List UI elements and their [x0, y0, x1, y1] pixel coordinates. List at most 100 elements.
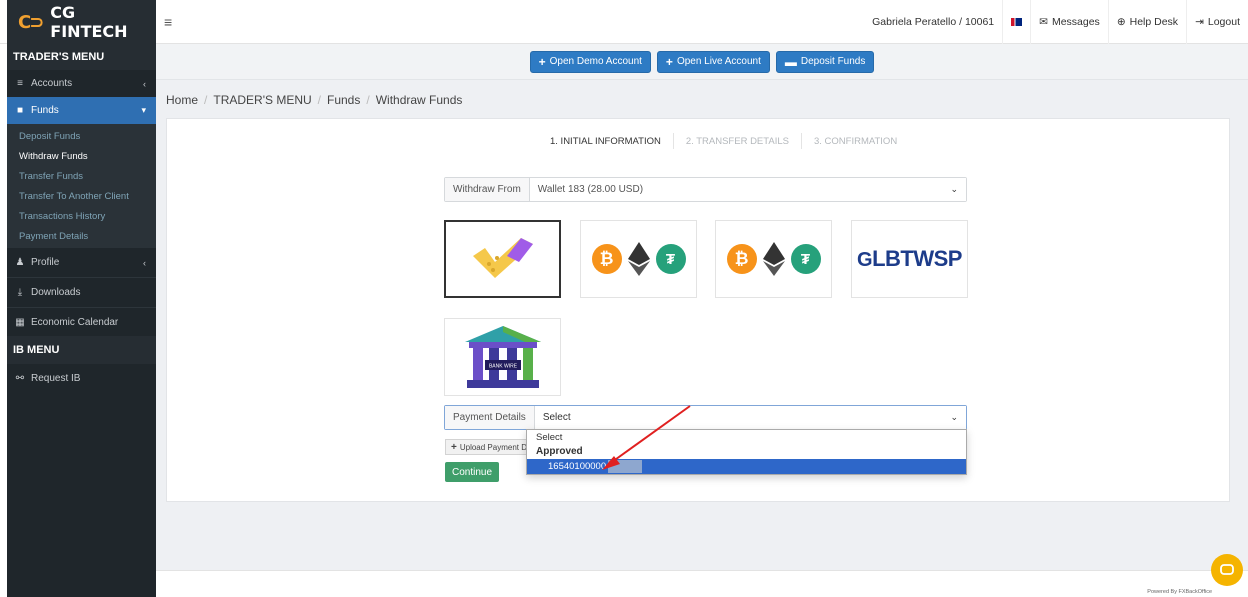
lbtwsp-text: LBTWSP: [872, 246, 962, 271]
logout-link[interactable]: ⇥ Logout: [1186, 0, 1248, 44]
ib-menu-heading: IB MENU: [7, 336, 156, 364]
breadcrumb-home[interactable]: Home: [166, 93, 198, 107]
deposit-funds-button[interactable]: ▬ Deposit Funds: [775, 50, 875, 73]
messages-link[interactable]: ✉ Messages: [1030, 0, 1108, 44]
sidebar-subitem-withdraw-funds[interactable]: Withdraw Funds: [7, 146, 156, 166]
bank-wire-icon: BANK WIRE: [464, 326, 541, 388]
payment-method-crypto-2[interactable]: ₿ ₮: [715, 220, 832, 298]
annotation-arrow-icon: [602, 405, 691, 470]
payment-method-wallet[interactable]: [444, 220, 561, 298]
open-demo-account-button[interactable]: + Open Demo Account: [529, 50, 651, 73]
ethereum-icon: [627, 242, 650, 276]
breadcrumb-funds[interactable]: Funds: [327, 93, 360, 107]
payment-method-lbtwsp[interactable]: GLBTWSP: [851, 220, 968, 298]
chevron-down-icon: ▾: [141, 105, 146, 115]
sidebar-item-profile[interactable]: ♟ Profile ‹: [7, 248, 156, 277]
main-content: Home / TRADER'S MENU / Funds / Withdraw Funds …: [156, 80, 1248, 570]
tether-icon: ₮: [655, 244, 686, 274]
logout-icon: ⇥: [1195, 16, 1204, 28]
lbtwsp-g-icon: G: [857, 249, 873, 271]
button-label: Open Live Account: [676, 56, 761, 67]
ethereum-icon: [762, 242, 785, 276]
top-nav: Gabriela Peratello / 10061 ✉ Messages ⊕ He…: [864, 0, 1248, 44]
sidebar-subitem-transactions-history[interactable]: Transactions History: [7, 206, 156, 226]
action-bar: + Open Demo Account + Open Live Account …: [156, 44, 1248, 80]
logout-label: Logout: [1207, 16, 1240, 28]
sidebar-subitem-deposit-funds[interactable]: Deposit Funds: [7, 126, 156, 146]
sidebar-item-label: Economic Calendar: [31, 316, 119, 328]
funds-submenu: Deposit Funds Withdraw Funds Transfer Fu…: [7, 124, 156, 248]
withdraw-from-value: Wallet 183 (28.00 USD): [537, 184, 644, 195]
sidebar-subitem-transfer-another-client[interactable]: Transfer To Another Client: [7, 186, 156, 206]
wallet-icon: ■: [16, 105, 24, 116]
lbtwsp-logo: GLBTWSP: [857, 246, 962, 272]
sidebar-subitem-payment-details[interactable]: Payment Details: [7, 226, 156, 246]
brand-mark-icon: C⊃: [18, 11, 44, 33]
help-desk-link[interactable]: ⊕ Help Desk: [1107, 0, 1186, 44]
calendar-icon: ▦: [15, 316, 25, 328]
credit-card-icon: ▬: [784, 54, 797, 69]
sidebar: TRADER'S MENU ≡ Accounts ‹ ■ Funds ▾ Dep…: [7, 44, 156, 597]
plus-icon: +: [665, 54, 673, 69]
sidebar-item-label: Downloads: [31, 287, 81, 298]
wizard-steps: 1. INITIAL INFORMATION 2. TRANSFER DETAI…: [538, 133, 909, 149]
payment-details-value: Select: [542, 412, 571, 423]
breadcrumb-traders-menu[interactable]: TRADER'S MENU: [213, 93, 311, 107]
continue-button[interactable]: Continue: [445, 462, 500, 482]
button-label: Open Demo Account: [549, 56, 642, 67]
plus-icon: +: [538, 54, 546, 69]
payment-details-field: Payment Details Select ⌄: [444, 405, 967, 430]
step-initial-information: 1. INITIAL INFORMATION: [538, 133, 674, 149]
list-icon: ≡: [17, 78, 23, 89]
sidebar-item-accounts[interactable]: ≡ Accounts ‹: [7, 70, 156, 97]
payment-method-bank-wire[interactable]: BANK WIRE: [444, 318, 561, 396]
download-icon: ⤓: [17, 287, 23, 298]
footer: Powered By FXBackOffice: [156, 570, 1248, 597]
user-account-link[interactable]: Gabriela Peratello / 10061: [864, 0, 1002, 44]
user-name: Gabriela Peratello / 10061: [872, 16, 995, 28]
language-selector[interactable]: [1002, 0, 1030, 44]
sidebar-item-label: Funds: [31, 105, 59, 116]
upload-payment-details-button[interactable]: + Upload Payment D: [445, 439, 527, 455]
payment-details-label: Payment Details: [445, 406, 535, 429]
withdraw-from-select[interactable]: Wallet 183 (28.00 USD) ⌄: [529, 178, 966, 201]
plus-icon: +: [451, 441, 457, 453]
hamburger-menu-icon[interactable]: ≡: [164, 14, 172, 30]
help-desk-label: Help Desk: [1129, 16, 1179, 28]
chevron-down-icon: ⌄: [950, 184, 958, 194]
withdraw-from-field: Withdraw From Wallet 183 (28.00 USD) ⌄: [444, 177, 967, 202]
brand-name: CG FINTECH: [50, 3, 128, 41]
sidebar-subitem-transfer-funds[interactable]: Transfer Funds: [7, 166, 156, 186]
bitcoin-icon: ₿: [726, 244, 757, 274]
brand-logo[interactable]: C⊃ CG FINTECH: [7, 0, 156, 44]
envelope-icon: ✉: [1039, 16, 1048, 28]
sidebar-item-request-ib[interactable]: ⚯ Request IB: [7, 364, 156, 392]
top-bar: C⊃ CG FINTECH ≡ Gabriela Peratello / 100…: [0, 0, 1248, 44]
chevron-left-icon: ‹: [143, 257, 146, 268]
upload-label: Upload Payment D: [459, 442, 527, 452]
chat-bubble-icon[interactable]: [1211, 554, 1243, 586]
bitcoin-icon: ₿: [591, 244, 622, 274]
bank-wire-label: BANK WIRE: [488, 364, 517, 370]
chevron-left-icon: ‹: [143, 78, 146, 89]
powered-by-text[interactable]: Powered By FXBackOffice: [1147, 589, 1212, 595]
uk-flag-icon: [1011, 18, 1023, 26]
breadcrumb: Home / TRADER'S MENU / Funds / Withdraw Funds: [166, 93, 463, 107]
user-icon: ♟: [15, 257, 25, 268]
traders-menu-heading: TRADER'S MENU: [7, 44, 156, 70]
sidebar-item-label: Accounts: [31, 78, 73, 89]
sidebar-item-downloads[interactable]: ⤓ Downloads: [7, 277, 156, 307]
payment-method-crypto-1[interactable]: ₿ ₮: [580, 220, 697, 298]
sidebar-item-economic-calendar[interactable]: ▦ Economic Calendar: [7, 307, 156, 336]
chevron-down-icon: ⌄: [950, 412, 958, 422]
lifebuoy-icon: ⊕: [1116, 16, 1126, 28]
sidebar-item-label: Request IB: [31, 372, 81, 384]
tether-icon: ₮: [790, 244, 821, 274]
step-transfer-details: 2. TRANSFER DETAILS: [674, 133, 802, 149]
wallet-logo-icon: [472, 238, 533, 278]
open-live-account-button[interactable]: + Open Live Account: [656, 50, 770, 73]
sidebar-item-funds[interactable]: ■ Funds ▾: [7, 97, 156, 124]
button-label: Deposit Funds: [800, 56, 866, 67]
handshake-icon: ⚯: [15, 372, 25, 384]
breadcrumb-current: Withdraw Funds: [375, 93, 463, 107]
